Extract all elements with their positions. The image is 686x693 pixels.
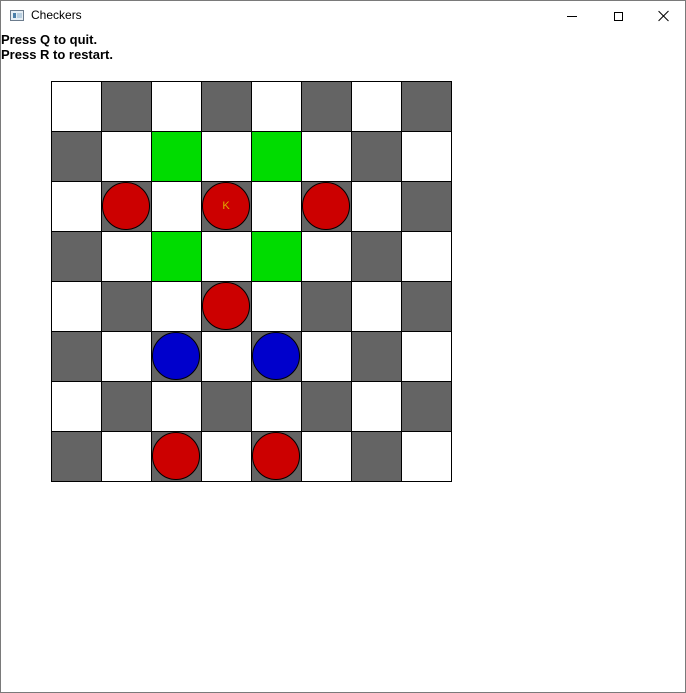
board-square[interactable]	[51, 281, 102, 332]
board-square[interactable]	[51, 181, 102, 232]
board-square[interactable]	[301, 431, 352, 482]
maximize-icon	[613, 11, 623, 21]
close-icon	[658, 10, 670, 22]
window-title: Checkers	[31, 8, 82, 22]
board-square[interactable]	[101, 131, 152, 182]
board-square[interactable]	[351, 231, 402, 282]
red-piece[interactable]	[302, 182, 350, 230]
board-square[interactable]	[201, 381, 252, 432]
board-square[interactable]	[301, 281, 352, 332]
highlighted-move-square[interactable]	[151, 131, 202, 182]
board-square[interactable]	[151, 281, 202, 332]
board-square[interactable]	[401, 281, 452, 332]
board-square[interactable]	[401, 431, 452, 482]
red-piece[interactable]	[202, 282, 250, 330]
board-square[interactable]	[251, 181, 302, 232]
board-square[interactable]	[251, 81, 302, 132]
board-square[interactable]	[351, 281, 402, 332]
quit-instruction: Press Q to quit.	[1, 32, 98, 47]
board-square[interactable]	[351, 131, 402, 182]
board-square[interactable]	[351, 181, 402, 232]
board-square[interactable]	[251, 281, 302, 332]
board-square[interactable]	[101, 81, 152, 132]
board-square[interactable]	[201, 131, 252, 182]
maximize-button[interactable]	[595, 1, 641, 31]
title-bar[interactable]: Checkers	[1, 1, 685, 31]
minimize-icon	[567, 15, 577, 17]
board-square[interactable]	[351, 331, 402, 382]
board-square[interactable]	[401, 131, 452, 182]
board-square[interactable]	[201, 331, 252, 382]
board-square[interactable]	[351, 381, 402, 432]
blue-piece[interactable]	[152, 332, 200, 380]
board-square[interactable]	[401, 381, 452, 432]
board-square[interactable]	[401, 231, 452, 282]
board-square[interactable]	[101, 431, 152, 482]
board-square[interactable]	[301, 131, 352, 182]
board-square[interactable]	[51, 81, 102, 132]
board-square[interactable]	[151, 81, 202, 132]
board-square[interactable]	[201, 81, 252, 132]
board-square[interactable]	[201, 431, 252, 482]
red-piece[interactable]	[152, 432, 200, 480]
highlighted-move-square[interactable]	[251, 231, 302, 282]
board-square[interactable]	[251, 381, 302, 432]
board-square[interactable]	[151, 181, 202, 232]
board-square[interactable]	[301, 231, 352, 282]
red-piece[interactable]	[252, 432, 300, 480]
board-square[interactable]	[351, 81, 402, 132]
minimize-button[interactable]	[549, 1, 595, 31]
app-icon	[10, 10, 24, 21]
red-king-piece[interactable]: K	[202, 182, 250, 230]
close-button[interactable]	[641, 1, 686, 31]
board-square[interactable]	[351, 431, 402, 482]
board-square[interactable]	[51, 381, 102, 432]
checkers-board[interactable]: K	[51, 81, 452, 482]
board-square[interactable]	[301, 81, 352, 132]
board-square[interactable]	[101, 381, 152, 432]
blue-piece[interactable]	[252, 332, 300, 380]
king-label: K	[222, 199, 230, 212]
board-square[interactable]	[51, 231, 102, 282]
board-square[interactable]	[401, 181, 452, 232]
board-square[interactable]	[301, 381, 352, 432]
board-square[interactable]	[51, 131, 102, 182]
board-square[interactable]	[101, 281, 152, 332]
board-square[interactable]	[51, 331, 102, 382]
instructions: Press Q to quit. Press R to restart.	[1, 32, 113, 62]
board-square[interactable]	[201, 231, 252, 282]
highlighted-move-square[interactable]	[151, 231, 202, 282]
board-square[interactable]	[101, 331, 152, 382]
restart-instruction: Press R to restart.	[1, 47, 113, 62]
board-square[interactable]	[401, 331, 452, 382]
board-square[interactable]	[51, 431, 102, 482]
board-square[interactable]	[101, 231, 152, 282]
board-square[interactable]	[151, 381, 202, 432]
board-square[interactable]	[301, 331, 352, 382]
highlighted-move-square[interactable]	[251, 131, 302, 182]
board-square[interactable]	[401, 81, 452, 132]
red-piece[interactable]	[102, 182, 150, 230]
